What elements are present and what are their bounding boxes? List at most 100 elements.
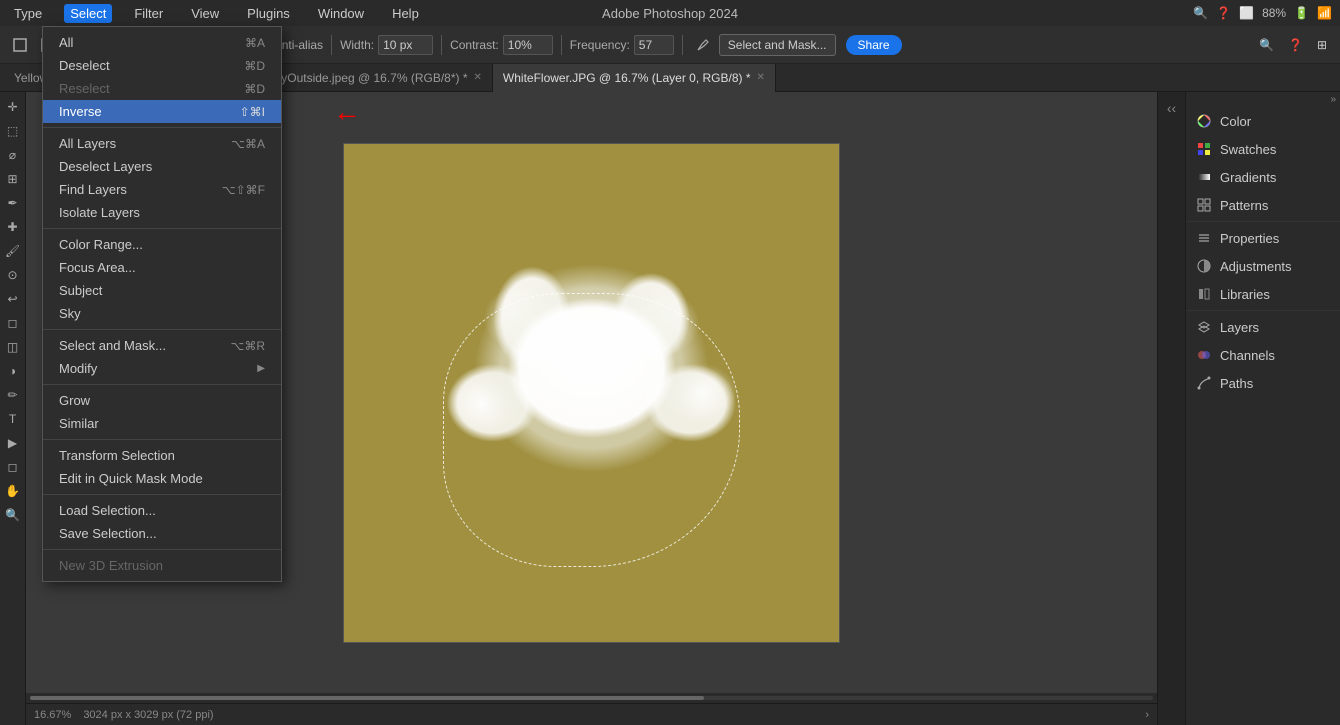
menu-item-window[interactable]: Window [312, 4, 370, 23]
panel-item-patterns[interactable]: Patterns [1186, 191, 1340, 219]
panel-item-color[interactable]: Color [1186, 107, 1340, 135]
path-select-tool[interactable]: ▶ [2, 432, 24, 454]
width-input[interactable] [378, 35, 433, 55]
menu-item-subject[interactable]: Subject [43, 279, 281, 302]
gradient-tool[interactable]: ◫ [2, 336, 24, 358]
layout-icon[interactable]: ⊞ [1312, 35, 1332, 55]
tab-close-1[interactable]: ✕ [474, 72, 482, 83]
search-toolbar-icon[interactable]: 🔍 [1254, 35, 1279, 55]
scroll-track-h [30, 696, 1153, 700]
select-tool[interactable]: ⬚ [2, 120, 24, 142]
menu-item-color-range-label: Color Range... [59, 237, 143, 252]
panel-item-adjustments[interactable]: Adjustments [1186, 252, 1340, 280]
menu-item-sky[interactable]: Sky [43, 302, 281, 325]
zoom-level: 88% [1262, 6, 1286, 20]
patterns-panel-icon [1196, 197, 1212, 213]
panel-item-paths[interactable]: Paths [1186, 369, 1340, 397]
menu-item-load-selection[interactable]: Load Selection... [43, 499, 281, 522]
menu-item-plugins[interactable]: Plugins [241, 4, 296, 23]
scroll-arrow-right[interactable]: › [1145, 709, 1149, 721]
menu-item-find-layers-label: Find Layers [59, 182, 127, 197]
menu-item-all[interactable]: All ⌘A [43, 31, 281, 54]
menu-item-view[interactable]: View [185, 4, 225, 23]
pen-tool-icon[interactable] [691, 35, 715, 55]
right-panel-icons: ‹‹ [1157, 92, 1185, 725]
history-tool[interactable]: ↩ [2, 288, 24, 310]
menu-item-all-layers[interactable]: All Layers ⌥⌘A [43, 132, 281, 155]
shape-tool[interactable]: ◻ [2, 456, 24, 478]
scroll-bar-horizontal[interactable] [26, 693, 1157, 703]
right-panel: » Color [1185, 92, 1340, 725]
panel-item-channels[interactable]: Channels [1186, 341, 1340, 369]
healing-tool[interactable]: ✚ [2, 216, 24, 238]
menu-item-save-selection-label: Save Selection... [59, 526, 157, 541]
question-icon[interactable]: ❓ [1283, 35, 1308, 55]
select-mask-button[interactable]: Select and Mask... [719, 34, 836, 56]
crop-tool[interactable]: ⊞ [2, 168, 24, 190]
eraser-tool[interactable]: ◻ [2, 312, 24, 334]
panel-expand-icon[interactable]: ‹‹ [1160, 96, 1184, 120]
panel-item-gradients[interactable]: Gradients [1186, 163, 1340, 191]
text-tool[interactable]: T [2, 408, 24, 430]
menu-item-type[interactable]: Type [8, 4, 48, 23]
dodge-tool[interactable]: ◑ [2, 360, 24, 382]
menu-item-find-layers[interactable]: Find Layers ⌥⇧⌘F [43, 178, 281, 201]
eyedropper-tool[interactable]: ✒ [2, 192, 24, 214]
search-icon[interactable]: 🔍 [1193, 6, 1208, 20]
app-title: Adobe Photoshop 2024 [602, 0, 738, 26]
move-tool[interactable]: ✛ [2, 96, 24, 118]
menu-item-similar[interactable]: Similar [43, 412, 281, 435]
clone-tool[interactable]: ⊙ [2, 264, 24, 286]
menu-item-deselect-label: Deselect [59, 58, 110, 73]
battery-icon: 🔋 [1294, 6, 1309, 20]
hand-tool[interactable]: ✋ [2, 480, 24, 502]
menu-item-deselect-layers[interactable]: Deselect Layers [43, 155, 281, 178]
menu-item-modify[interactable]: Modify ▶ [43, 357, 281, 380]
menu-item-select[interactable]: Select [64, 4, 112, 23]
menu-item-reselect: Reselect ⌘D [43, 77, 281, 100]
tab-close-2[interactable]: ✕ [757, 72, 765, 83]
menu-item-transform-selection[interactable]: Transform Selection [43, 444, 281, 467]
tab-white-flower[interactable]: WhiteFlower.JPG @ 16.7% (Layer 0, RGB/8)… [493, 64, 776, 92]
window-icon[interactable]: ⬜ [1239, 6, 1254, 20]
menu-item-inverse[interactable]: Inverse ⇧⌘I ← [43, 100, 281, 123]
menu-item-filter[interactable]: Filter [128, 4, 169, 23]
panel-item-properties[interactable]: Properties [1186, 224, 1340, 252]
color-label: Color [1220, 114, 1251, 129]
menu-item-all-layers-label: All Layers [59, 136, 116, 151]
flower-overlay [344, 144, 839, 642]
menu-item-isolate-layers[interactable]: Isolate Layers [43, 201, 281, 224]
rect-select-btn[interactable] [8, 35, 32, 55]
panel-item-swatches[interactable]: Swatches [1186, 135, 1340, 163]
canvas-image [343, 143, 840, 643]
brush-tool[interactable]: 🖌 [2, 240, 24, 262]
help-icon[interactable]: ❓ [1216, 6, 1231, 20]
panel-item-layers[interactable]: Layers [1186, 313, 1340, 341]
frequency-input[interactable] [634, 35, 674, 55]
menu-item-subject-label: Subject [59, 283, 102, 298]
menu-item-reselect-label: Reselect [59, 81, 110, 96]
menu-item-color-range[interactable]: Color Range... [43, 233, 281, 256]
menu-item-select-mask[interactable]: Select and Mask... ⌥⌘R [43, 334, 281, 357]
menu-item-save-selection[interactable]: Save Selection... [43, 522, 281, 545]
scroll-thumb-h[interactable] [30, 696, 704, 700]
lasso-tool[interactable]: ⌀ [2, 144, 24, 166]
zoom-tool[interactable]: 🔍 [2, 504, 24, 526]
menu-item-similar-label: Similar [59, 416, 99, 431]
contrast-input[interactable] [503, 35, 553, 55]
share-button[interactable]: Share [846, 35, 902, 55]
pen-tool[interactable]: ✏ [2, 384, 24, 406]
panel-item-libraries[interactable]: Libraries [1186, 280, 1340, 308]
menu-item-deselect[interactable]: Deselect ⌘D [43, 54, 281, 77]
toolbar-separator-3 [331, 35, 332, 55]
menu-item-help[interactable]: Help [386, 4, 425, 23]
menu-item-new-3d: New 3D Extrusion [43, 554, 281, 577]
menu-item-edit-quick-mask[interactable]: Edit in Quick Mask Mode [43, 467, 281, 490]
menu-item-modify-label: Modify [59, 361, 97, 376]
menu-item-grow[interactable]: Grow [43, 389, 281, 412]
panel-collapse-btn[interactable]: » [1330, 94, 1336, 105]
menu-item-focus-area[interactable]: Focus Area... [43, 256, 281, 279]
layers-label: Layers [1220, 320, 1259, 335]
menu-sep-6 [43, 494, 281, 495]
color-panel-icon [1196, 113, 1212, 129]
